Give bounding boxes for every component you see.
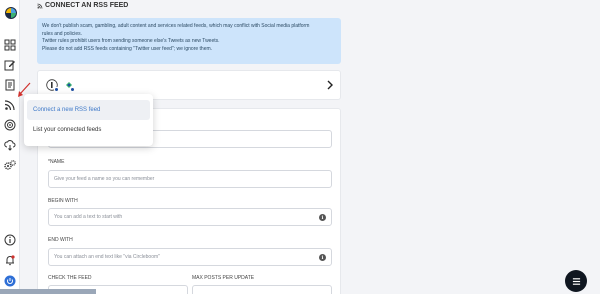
begin-with-input[interactable]: You can add a text to start with i — [48, 208, 332, 226]
power-icon[interactable] — [4, 275, 16, 287]
chevron-right-icon[interactable] — [326, 80, 334, 90]
begin-with-label: BEGIN WITH — [48, 198, 78, 204]
annotation-arrow-icon — [18, 82, 31, 97]
menu-icon — [572, 277, 580, 285]
max-posts-select[interactable] — [192, 285, 332, 294]
info-icon[interactable]: i — [319, 214, 326, 221]
document-icon[interactable] — [4, 79, 16, 91]
menu-item-list-feeds[interactable]: List your connected feeds — [27, 120, 150, 140]
page-title-text: CONNECT AN RSS FEED — [45, 2, 129, 9]
facebook-badge-icon — [70, 87, 75, 92]
name-label: *NAME — [48, 159, 65, 165]
bell-icon[interactable] — [4, 254, 16, 266]
feed-name-input[interactable]: Give your feed a name so you can remembe… — [48, 170, 332, 188]
edit-icon[interactable] — [4, 59, 16, 71]
begin-with-placeholder: You can add a text to start with — [54, 214, 123, 220]
rss-small-icon — [37, 3, 43, 9]
check-feed-label: CHECK THE FEED — [48, 275, 92, 281]
page-title: CONNECT AN RSS FEED — [37, 2, 128, 9]
end-with-input[interactable]: You can attach an end text like "via Cir… — [48, 248, 332, 266]
policy-alert: We don't publish scam, gambling, adult c… — [37, 18, 341, 64]
end-with-placeholder: You can attach an end text like "via Cir… — [54, 254, 160, 260]
feed-name-placeholder: Give your feed a name so you can remembe… — [54, 176, 155, 182]
info-icon[interactable]: i — [319, 254, 326, 261]
browser-status-bar — [0, 289, 96, 294]
app-logo[interactable] — [4, 6, 18, 20]
alert-line: Twitter rules prohibit users from sendin… — [42, 38, 220, 44]
chat-fab-button[interactable] — [565, 270, 587, 292]
menu-item-connect-feed[interactable]: Connect a new RSS feed — [27, 100, 150, 120]
target-icon[interactable] — [4, 119, 16, 131]
cloud-download-icon[interactable] — [4, 139, 16, 151]
rss-submenu: Connect a new RSS feed List your connect… — [24, 94, 153, 146]
rss-icon[interactable] — [4, 99, 16, 111]
alert-line: rules and policies. — [42, 30, 83, 37]
gears-icon[interactable] — [4, 159, 16, 171]
info-circle-icon[interactable] — [4, 234, 16, 246]
alert-line: We don't publish scam, gambling, adult c… — [42, 23, 310, 29]
facebook-badge-icon — [54, 87, 59, 92]
sidebar — [0, 0, 20, 294]
max-posts-label: MAX POSTS PER UPDATE — [192, 275, 255, 281]
end-with-label: END WITH — [48, 237, 73, 243]
alert-line: Please do not add RSS feeds containing "… — [42, 45, 213, 52]
grid-icon[interactable] — [4, 39, 16, 51]
